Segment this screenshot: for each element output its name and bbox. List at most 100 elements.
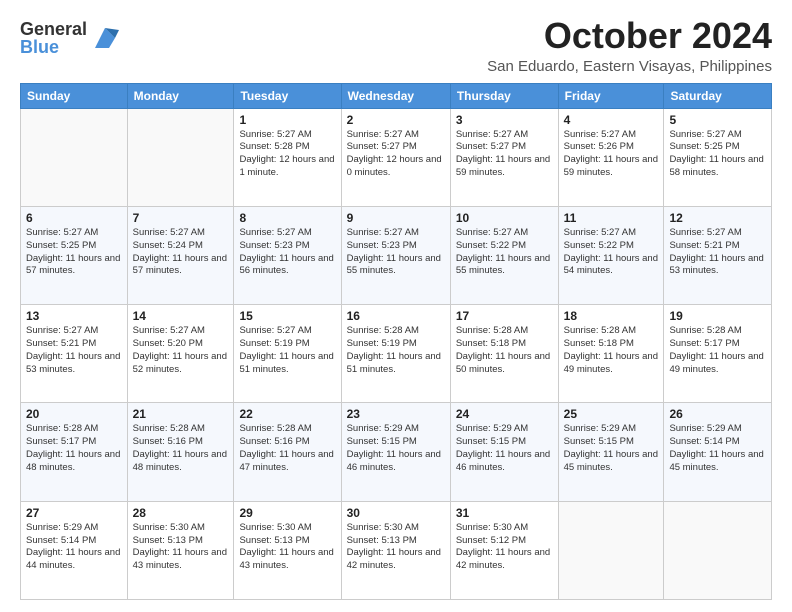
calendar-cell: 20 Sunrise: 5:28 AM Sunset: 5:17 PM Dayli… (21, 403, 128, 501)
day-info: Sunrise: 5:27 AM Sunset: 5:22 PM Dayligh… (456, 227, 553, 278)
day-info: Sunrise: 5:27 AM Sunset: 5:27 PM Dayligh… (456, 129, 553, 180)
calendar-cell: 7Sunrise: 5:27 AM Sunset: 5:24 PM Daylig… (127, 206, 234, 304)
calendar-cell: 14Sunrise: 5:27 AM Sunset: 5:20 PM Dayli… (127, 305, 234, 403)
day-number: 6 (26, 211, 122, 225)
day-info: Sunrise: 5:27 AM Sunset: 5:24 PM Dayligh… (133, 227, 229, 278)
calendar-cell: 28 Sunrise: 5:30 AM Sunset: 5:13 PM Dayli… (127, 501, 234, 599)
day-number: 27 (26, 506, 122, 520)
day-number: 15 (239, 309, 335, 323)
calendar-cell: 21Sunrise: 5:28 AM Sunset: 5:16 PM Dayli… (127, 403, 234, 501)
day-number: 30 (347, 506, 445, 520)
col-thursday: Thursday (450, 83, 558, 108)
calendar-cell: 30 Sunrise: 5:30 AM Sunset: 5:13 PM Dayli… (341, 501, 450, 599)
day-number: 26 (669, 407, 766, 421)
day-info: Sunrise: 5:28 AM Sunset: 5:17 PM Dayligh… (669, 325, 766, 376)
day-info: Sunrise: 5:29 AM Sunset: 5:15 PM Dayligh… (456, 423, 553, 474)
day-info: Sunrise: 5:27 AM Sunset: 5:25 PM Dayligh… (26, 227, 122, 278)
calendar-cell: 10 Sunrise: 5:27 AM Sunset: 5:22 PM Dayli… (450, 206, 558, 304)
calendar-week-2: 6 Sunrise: 5:27 AM Sunset: 5:25 PM Daylig… (21, 206, 772, 304)
day-number: 10 (456, 211, 553, 225)
calendar-header: Sunday Monday Tuesday Wednesday Thursday… (21, 83, 772, 108)
col-friday: Friday (558, 83, 664, 108)
calendar-cell: 4Sunrise: 5:27 AM Sunset: 5:26 PM Daylig… (558, 108, 664, 206)
col-saturday: Saturday (664, 83, 772, 108)
calendar-cell: 3Sunrise: 5:27 AM Sunset: 5:27 PM Daylig… (450, 108, 558, 206)
month-title: October 2024 (487, 16, 772, 56)
day-number: 23 (347, 407, 445, 421)
day-info: Sunrise: 5:27 AM Sunset: 5:21 PM Dayligh… (669, 227, 766, 278)
day-number: 5 (669, 113, 766, 127)
calendar-body: 1Sunrise: 5:27 AM Sunset: 5:28 PM Daylig… (21, 108, 772, 599)
day-number: 20 (26, 407, 122, 421)
calendar-cell: 18Sunrise: 5:28 AM Sunset: 5:18 PM Dayli… (558, 305, 664, 403)
calendar-cell: 29 Sunrise: 5:30 AM Sunset: 5:13 PM Dayli… (234, 501, 341, 599)
col-sunday: Sunday (21, 83, 128, 108)
day-info: Sunrise: 5:27 AM Sunset: 5:23 PM Dayligh… (347, 227, 445, 278)
day-number: 2 (347, 113, 445, 127)
day-info: Sunrise: 5:30 AM Sunset: 5:13 PM Dayligh… (347, 522, 445, 573)
day-info: Sunrise: 5:30 AM Sunset: 5:13 PM Dayligh… (239, 522, 335, 573)
day-number: 22 (239, 407, 335, 421)
day-info: Sunrise: 5:29 AM Sunset: 5:14 PM Dayligh… (669, 423, 766, 474)
calendar-table: Sunday Monday Tuesday Wednesday Thursday… (20, 83, 772, 600)
col-wednesday: Wednesday (341, 83, 450, 108)
logo-text: General Blue (20, 20, 87, 56)
day-info: Sunrise: 5:29 AM Sunset: 5:15 PM Dayligh… (564, 423, 659, 474)
calendar-cell: 6 Sunrise: 5:27 AM Sunset: 5:25 PM Daylig… (21, 206, 128, 304)
day-number: 29 (239, 506, 335, 520)
col-monday: Monday (127, 83, 234, 108)
day-info: Sunrise: 5:30 AM Sunset: 5:13 PM Dayligh… (133, 522, 229, 573)
logo-general: General (20, 20, 87, 38)
logo-icon (91, 24, 119, 52)
calendar-cell: 16 Sunrise: 5:28 AM Sunset: 5:19 PM Dayli… (341, 305, 450, 403)
day-info: Sunrise: 5:27 AM Sunset: 5:23 PM Dayligh… (239, 227, 335, 278)
calendar-cell: 11Sunrise: 5:27 AM Sunset: 5:22 PM Dayli… (558, 206, 664, 304)
calendar-cell: 24 Sunrise: 5:29 AM Sunset: 5:15 PM Dayli… (450, 403, 558, 501)
calendar-cell (558, 501, 664, 599)
day-number: 28 (133, 506, 229, 520)
day-number: 4 (564, 113, 659, 127)
calendar-cell: 5 Sunrise: 5:27 AM Sunset: 5:25 PM Daylig… (664, 108, 772, 206)
day-info: Sunrise: 5:28 AM Sunset: 5:18 PM Dayligh… (456, 325, 553, 376)
calendar-cell: 25 Sunrise: 5:29 AM Sunset: 5:15 PM Dayli… (558, 403, 664, 501)
day-number: 25 (564, 407, 659, 421)
day-number: 11 (564, 211, 659, 225)
day-number: 31 (456, 506, 553, 520)
calendar-week-5: 27 Sunrise: 5:29 AM Sunset: 5:14 PM Dayli… (21, 501, 772, 599)
day-number: 12 (669, 211, 766, 225)
day-info: Sunrise: 5:28 AM Sunset: 5:18 PM Dayligh… (564, 325, 659, 376)
calendar-cell: 22 Sunrise: 5:28 AM Sunset: 5:16 PM Dayli… (234, 403, 341, 501)
calendar-cell (21, 108, 128, 206)
calendar-cell: 12 Sunrise: 5:27 AM Sunset: 5:21 PM Dayli… (664, 206, 772, 304)
day-number: 24 (456, 407, 553, 421)
calendar-cell (664, 501, 772, 599)
day-info: Sunrise: 5:28 AM Sunset: 5:19 PM Dayligh… (347, 325, 445, 376)
day-info: Sunrise: 5:27 AM Sunset: 5:27 PM Dayligh… (347, 129, 445, 180)
calendar-cell: 27 Sunrise: 5:29 AM Sunset: 5:14 PM Dayli… (21, 501, 128, 599)
calendar-cell: 23 Sunrise: 5:29 AM Sunset: 5:15 PM Dayli… (341, 403, 450, 501)
day-number: 21 (133, 407, 229, 421)
day-number: 1 (239, 113, 335, 127)
logo: General Blue (20, 20, 119, 56)
day-info: Sunrise: 5:28 AM Sunset: 5:17 PM Dayligh… (26, 423, 122, 474)
calendar-cell: 26 Sunrise: 5:29 AM Sunset: 5:14 PM Dayli… (664, 403, 772, 501)
day-info: Sunrise: 5:29 AM Sunset: 5:15 PM Dayligh… (347, 423, 445, 474)
day-number: 19 (669, 309, 766, 323)
day-number: 8 (239, 211, 335, 225)
day-number: 16 (347, 309, 445, 323)
calendar-cell: 15 Sunrise: 5:27 AM Sunset: 5:19 PM Dayli… (234, 305, 341, 403)
day-info: Sunrise: 5:28 AM Sunset: 5:16 PM Dayligh… (239, 423, 335, 474)
day-info: Sunrise: 5:30 AM Sunset: 5:12 PM Dayligh… (456, 522, 553, 573)
page: General Blue October 2024 San Eduardo, E… (0, 0, 792, 612)
calendar-cell: 31 Sunrise: 5:30 AM Sunset: 5:12 PM Dayli… (450, 501, 558, 599)
calendar-cell: 8 Sunrise: 5:27 AM Sunset: 5:23 PM Daylig… (234, 206, 341, 304)
calendar-cell: 2 Sunrise: 5:27 AM Sunset: 5:27 PM Daylig… (341, 108, 450, 206)
calendar-cell: 9Sunrise: 5:27 AM Sunset: 5:23 PM Daylig… (341, 206, 450, 304)
calendar-week-3: 13Sunrise: 5:27 AM Sunset: 5:21 PM Dayli… (21, 305, 772, 403)
day-info: Sunrise: 5:29 AM Sunset: 5:14 PM Dayligh… (26, 522, 122, 573)
day-info: Sunrise: 5:27 AM Sunset: 5:21 PM Dayligh… (26, 325, 122, 376)
calendar-cell: 13Sunrise: 5:27 AM Sunset: 5:21 PM Dayli… (21, 305, 128, 403)
calendar-cell: 17Sunrise: 5:28 AM Sunset: 5:18 PM Dayli… (450, 305, 558, 403)
day-info: Sunrise: 5:27 AM Sunset: 5:19 PM Dayligh… (239, 325, 335, 376)
day-info: Sunrise: 5:27 AM Sunset: 5:25 PM Dayligh… (669, 129, 766, 180)
